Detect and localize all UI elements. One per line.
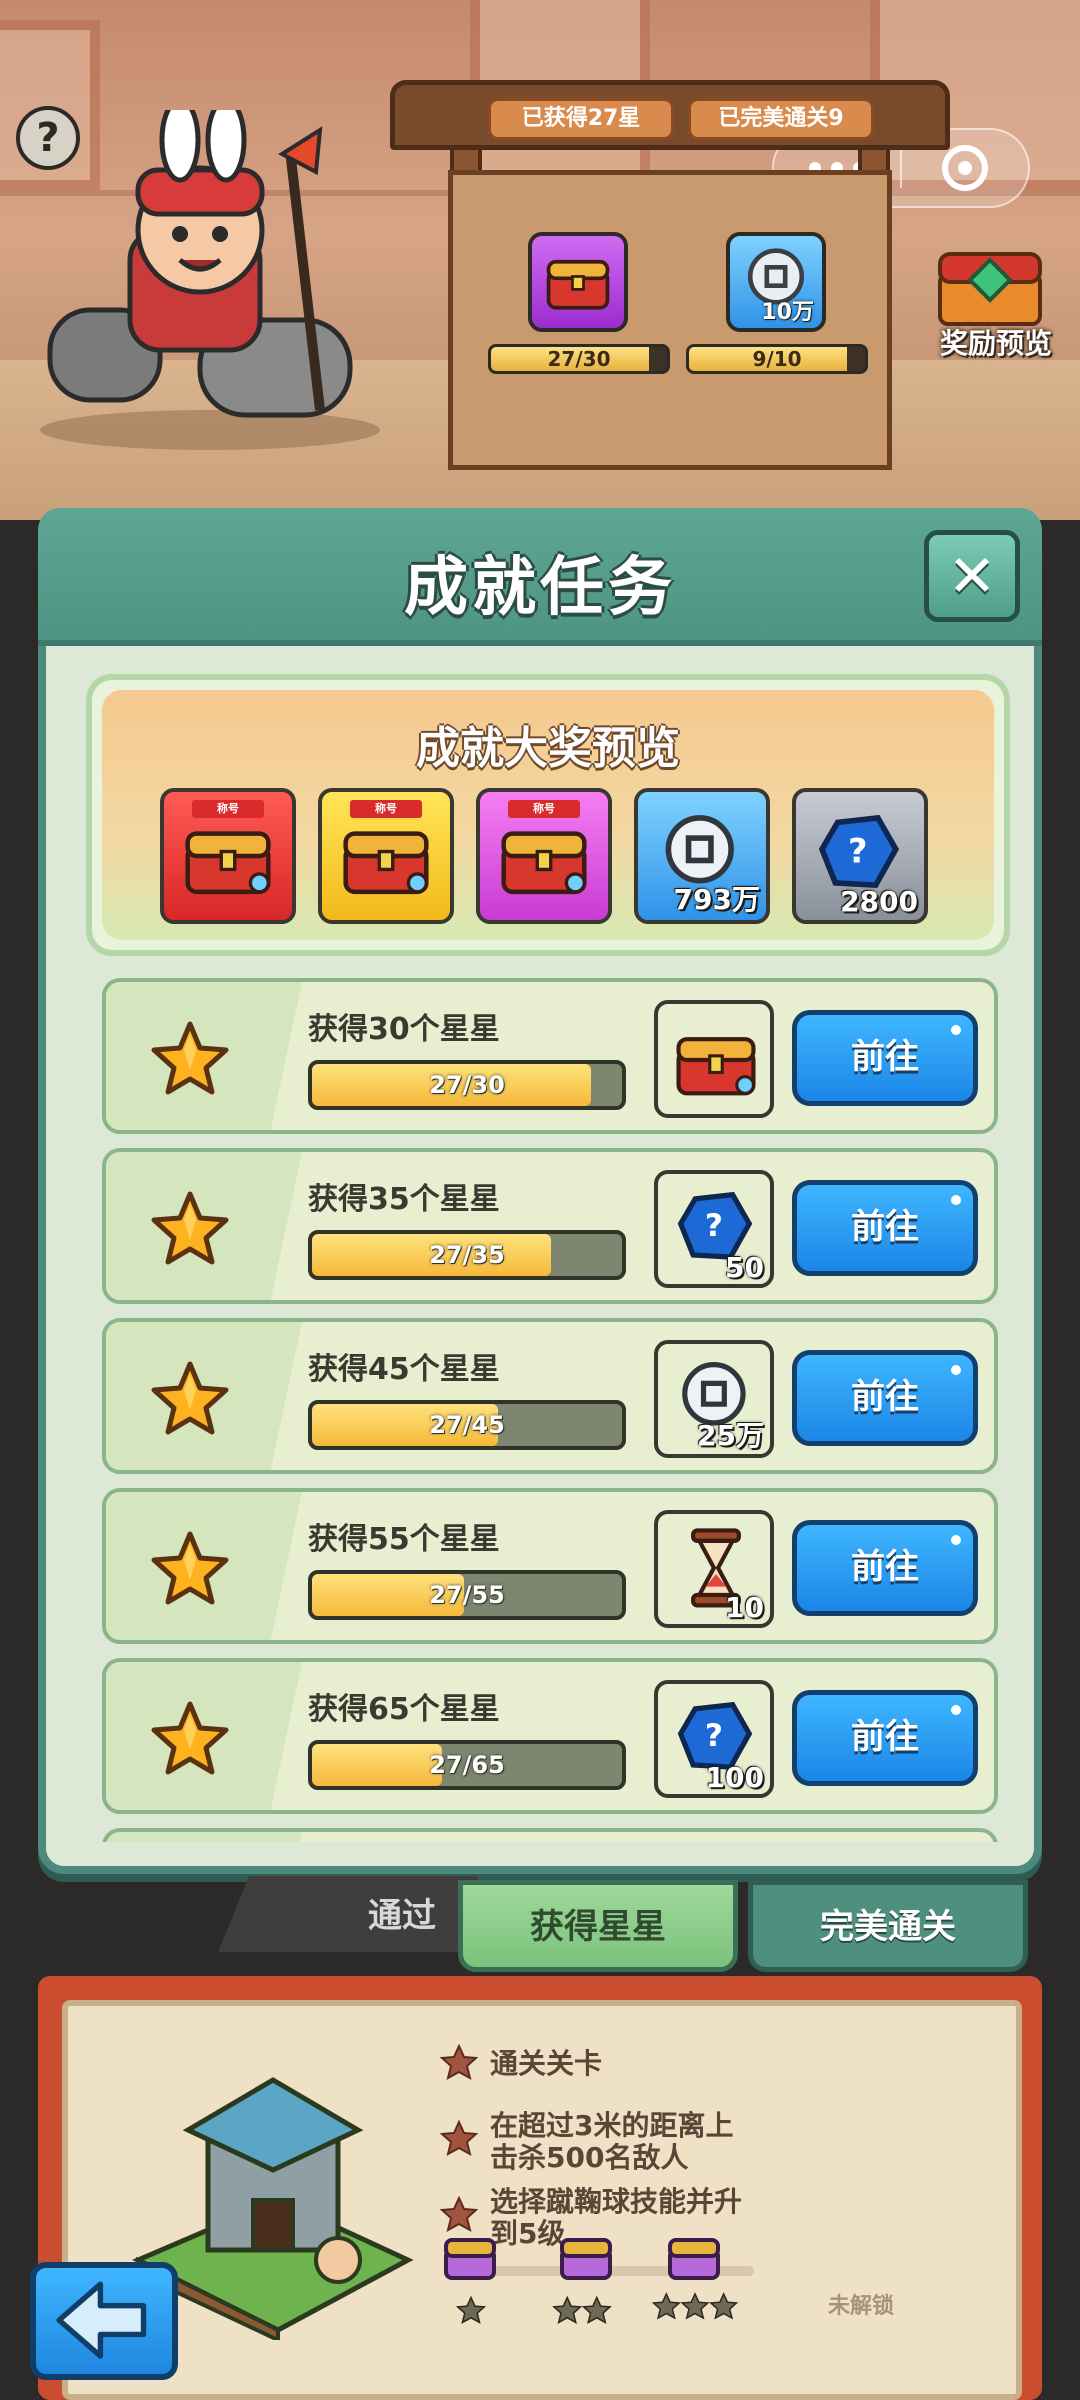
tab-perfect-clear[interactable]: 完美通关	[748, 1880, 1028, 1972]
star-icon	[150, 1700, 230, 1776]
task-progress-text: 27/65	[429, 1751, 505, 1779]
perfect-clear-tag: 已完美通关9	[688, 98, 874, 140]
grand-prize-preview: 成就大奖预览 称号 称号 称号 793万? 2800	[86, 674, 1010, 956]
achievement-modal: 成就任务 ✕ 成就大奖预览 称号 称号 称号 793万? 2800 获得30个星星 27…	[38, 508, 1042, 1874]
stars-progress-text: 27/30	[547, 347, 611, 371]
svg-text:?: ?	[705, 1208, 723, 1244]
star-icon	[150, 1530, 230, 1606]
go-button[interactable]: 前往	[792, 1520, 978, 1616]
task-progress-bar: 27/55	[308, 1570, 626, 1620]
title-tag: 称号	[508, 800, 580, 818]
task-row: 获得30个星星 27/30 前往	[102, 978, 998, 1134]
grand-prize-title: 成就大奖预览	[416, 723, 680, 774]
reward-count: 2800	[840, 885, 918, 918]
star-icon	[150, 1360, 230, 1436]
hero-character-image	[40, 110, 380, 450]
task-reward-item[interactable]: ? 100	[654, 1680, 774, 1798]
task-row-partial	[102, 1828, 998, 1842]
requirement-text: 在超过3米的距离上 击杀500名敌人	[490, 2109, 734, 2174]
task-reward-item[interactable]: 10	[654, 1510, 774, 1628]
task-label: 获得30个星星	[308, 1012, 500, 1047]
grand-prize-item-2[interactable]: 称号	[318, 788, 454, 924]
requirement-star-icon	[440, 2120, 478, 2156]
grand-prize-banner: 成就大奖预览 称号 称号 称号 793万? 2800	[102, 690, 994, 940]
milestone-star-icon	[552, 2296, 612, 2324]
reward-count: 50	[725, 1251, 764, 1284]
tab-pass-label: 通过	[368, 1896, 436, 1936]
task-progress-bar: 27/35	[308, 1230, 626, 1280]
board-title-chest-reward[interactable]	[528, 232, 628, 332]
task-progress-bar: 27/45	[308, 1400, 626, 1450]
go-button[interactable]: 前往	[792, 1010, 978, 1106]
perfect-progress-bar: 9/10	[686, 344, 868, 374]
close-button[interactable]: ✕	[924, 530, 1020, 622]
star-icon	[150, 1190, 230, 1266]
back-button[interactable]	[30, 2262, 178, 2380]
tab-pass-hidden[interactable]: 通过	[218, 1876, 478, 1952]
perfect-progress-text: 9/10	[752, 347, 802, 371]
grand-prize-item-1[interactable]: 称号	[160, 788, 296, 924]
task-progress-text: 27/55	[429, 1581, 505, 1609]
reward-preview-chest-icon[interactable]	[932, 240, 1048, 330]
requirement-text: 通关关卡	[490, 2047, 603, 2080]
target-icon	[941, 145, 988, 191]
title-tag: 称号	[350, 800, 422, 818]
stars-earned-tag: 已获得27星	[488, 98, 674, 140]
task-label: 获得35个星星	[308, 1182, 500, 1217]
chest-milestone-icon	[444, 2238, 496, 2280]
grand-prize-item-3[interactable]: 称号	[476, 788, 612, 924]
reward-count: 793万	[673, 883, 760, 916]
chest-milestone-icon	[668, 2238, 720, 2280]
modal-title: 成就任务	[404, 551, 676, 625]
close-icon: ✕	[947, 542, 997, 610]
title-tag: 称号	[192, 800, 264, 818]
tab-get-stars[interactable]: 获得星星	[458, 1880, 738, 1972]
stars-progress-bar: 27/30	[488, 344, 670, 374]
svg-text:?: ?	[848, 832, 867, 871]
svg-text:?: ?	[705, 1718, 723, 1754]
coin-reward-count: 10万	[761, 300, 814, 325]
board-coin-reward[interactable]: 10万	[726, 232, 826, 332]
task-label: 获得45个星星	[308, 1352, 500, 1387]
go-button[interactable]: 前往	[792, 1350, 978, 1446]
reward-preview-label[interactable]: 奖励预览	[940, 322, 1080, 362]
task-reward-item[interactable]: 25万	[654, 1340, 774, 1458]
treasure-chest-icon	[546, 259, 610, 310]
modal-header: 成就任务 ✕	[38, 508, 1042, 646]
reward-count: 10	[725, 1591, 764, 1624]
task-progress-bar: 27/65	[308, 1740, 626, 1790]
go-button[interactable]: 前往	[792, 1180, 978, 1276]
task-row: 获得45个星星 27/45 25万 前往	[102, 1318, 998, 1474]
title-chest-icon	[664, 1008, 768, 1112]
task-row: 获得35个星星 27/35 ? 50 前往	[102, 1148, 998, 1304]
task-row-accent	[106, 1832, 302, 1842]
task-label: 获得55个星星	[308, 1522, 500, 1557]
task-reward-item[interactable]	[654, 1000, 774, 1118]
milestone-star-icon	[456, 2296, 486, 2324]
go-button[interactable]: 前往	[792, 1690, 978, 1786]
task-progress-text: 27/45	[429, 1411, 505, 1439]
star-icon	[150, 1020, 230, 1096]
task-progress-text: 27/30	[429, 1071, 505, 1099]
grand-prize-item-4[interactable]: 793万	[634, 788, 770, 924]
requirement-star-icon	[440, 2044, 478, 2080]
task-row: 获得55个星星 27/55 10 前往	[102, 1488, 998, 1644]
chest-milestone-icon	[560, 2238, 612, 2280]
task-list[interactable]: 获得30个星星 27/30 前往 获得35个星星 27/35 ? 50 前往 获…	[102, 978, 998, 1842]
task-label: 获得65个星星	[308, 1692, 500, 1727]
arrow-left-icon	[56, 2281, 147, 2359]
locked-label: 未解锁	[828, 2294, 895, 2319]
task-progress-bar: 27/30	[308, 1060, 626, 1110]
requirement-star-icon	[440, 2196, 478, 2232]
task-row: 获得65个星星 27/65 ? 100 前往	[102, 1658, 998, 1814]
milestone-star-icon	[652, 2292, 738, 2320]
task-reward-item[interactable]: ? 50	[654, 1170, 774, 1288]
grand-prize-item-5[interactable]: ? 2800	[792, 788, 928, 924]
task-progress-text: 27/35	[429, 1241, 505, 1269]
reward-count: 25万	[697, 1419, 764, 1452]
reward-count: 100	[705, 1761, 764, 1794]
